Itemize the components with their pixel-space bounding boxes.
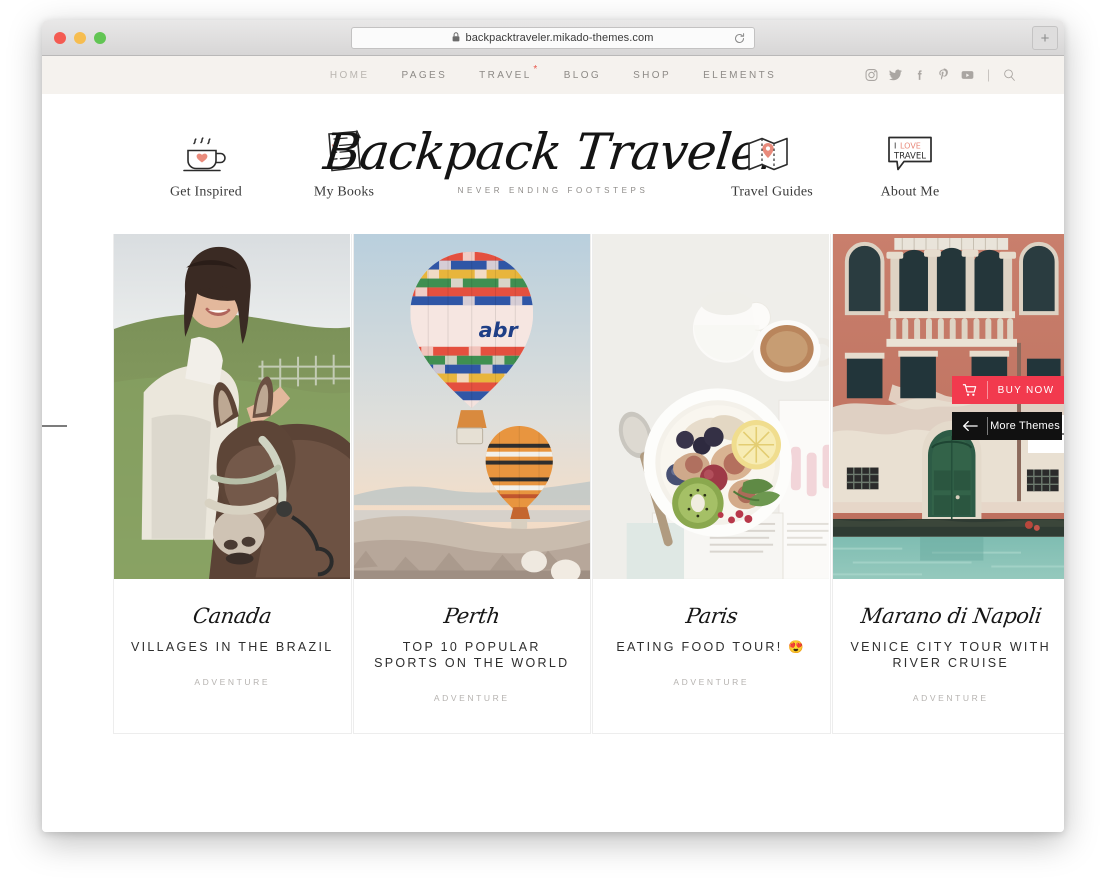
slider-card[interactable]: Canada VILLAGES IN THE BRAZIL ADVENTURE [113,234,352,735]
nav-label: TRAVEL [479,69,532,81]
shortcut-label: Travel Guides [731,184,813,200]
svg-text:LOVE: LOVE [900,142,921,151]
logo-tagline: NEVER ENDING FOOTSTEPS [457,186,649,195]
card-title: EATING FOOD TOUR! 😍 [616,640,807,655]
youtube-icon[interactable] [961,69,974,82]
card-body: Paris EATING FOOD TOUR! 😍 ADVENTURE [593,583,830,723]
slider-card[interactable]: abr Perth TOP 10 POPULAR SPORTS ON THE W… [352,234,591,735]
shortcut-get-inspired[interactable]: Get Inspired [162,128,250,201]
shortcut-travel-guides[interactable]: Travel Guides [728,128,816,201]
card-body: Marano di Napoli VENICE CITY TOUR WITH R… [833,583,1065,733]
coffee-cup-heart-icon [162,128,250,176]
minimize-window-button[interactable] [74,32,86,44]
nav-label: ELEMENTS [703,69,777,81]
card-place: Perth [442,604,502,628]
main-navigation: HOME PAGES TRAVEL * BLOG SHOP ELEMENTS [330,64,776,81]
card-place: Marano di Napoli [858,604,1043,628]
shopping-cart-icon [952,381,988,399]
nav-label: SHOP [633,69,672,81]
card-photo-hot-air-balloons: abr [353,234,591,583]
reload-icon[interactable] [733,32,746,45]
card-title: VILLAGES IN THE BRAZIL [130,640,334,655]
card-place: Canada [191,604,274,628]
slider-prev-button[interactable] [42,415,70,437]
new-tab-button[interactable]: + [1032,26,1058,50]
nav-label: PAGES [401,69,448,81]
featured-posts-slider: Canada VILLAGES IN THE BRAZIL ADVENTURE [42,234,1064,794]
social-divider [988,69,989,81]
card-category[interactable]: ADVENTURE [609,677,814,687]
card-photo-breakfast-bowl [593,234,830,583]
arrow-left-icon [952,417,988,435]
slider-track: Canada VILLAGES IN THE BRAZIL ADVENTURE [113,234,1065,735]
card-title: TOP 10 POPULAR SPORTS ON THE WORLD [374,640,570,671]
card-category[interactable]: ADVENTURE [130,677,335,687]
promo-buttons: BUY NOW More Themes [952,376,1064,440]
more-themes-label: More Themes [990,420,1060,432]
window-traffic-lights [54,32,106,44]
slider-card[interactable]: Paris EATING FOOD TOUR! 😍 ADVENTURE [592,234,831,735]
map-pin-icon [728,128,816,176]
nav-item-home[interactable]: HOME [330,70,370,81]
nav-item-pages[interactable]: PAGES [401,70,447,81]
logo-text: Backpack Traveler [320,123,786,181]
social-links [865,68,1016,82]
shortcut-label: My Books [313,184,375,200]
card-photo-woman-with-donkey [114,234,351,583]
nav-label: BLOG [563,69,602,81]
speech-bubble-icon: I LOVE TRAVEL [866,128,954,176]
search-icon[interactable] [1003,69,1016,82]
site-header: Get Inspired My Books Backpack Traveler … [42,94,1064,234]
close-window-button[interactable] [54,32,66,44]
svg-text:I: I [894,142,896,151]
shortcut-label: About Me [880,184,940,200]
card-title: VENICE CITY TOUR WITH RIVER CRUISE [850,640,1051,671]
new-tab-label: + [1040,29,1050,47]
shortcut-label: Get Inspired [170,184,242,200]
svg-text:TRAVEL: TRAVEL [893,152,926,162]
nav-item-blog[interactable]: BLOG [564,70,601,81]
header-right-shortcuts: Travel Guides I LOVE TRAVEL About Me [728,128,954,201]
shortcut-about-me[interactable]: I LOVE TRAVEL About Me [866,128,954,201]
website-viewport: HOME PAGES TRAVEL * BLOG SHOP ELEMENTS G… [42,56,1064,832]
card-category[interactable]: ADVENTURE [849,693,1054,703]
buy-now-button[interactable]: BUY NOW [952,376,1064,404]
url-text: backpacktraveler.mikado-themes.com [465,31,654,44]
lock-icon [452,31,460,45]
browser-chrome: backpacktraveler.mikado-themes.com + [42,20,1064,56]
zoom-window-button[interactable] [94,32,106,44]
facebook-icon[interactable] [913,69,926,82]
card-category[interactable]: ADVENTURE [370,693,575,703]
nav-label: HOME [329,69,370,81]
card-body: Perth TOP 10 POPULAR SPORTS ON THE WORLD… [354,583,591,733]
site-topbar: HOME PAGES TRAVEL * BLOG SHOP ELEMENTS [42,56,1064,94]
nav-item-elements[interactable]: ELEMENTS [703,70,776,81]
site-logo[interactable]: Backpack Traveler NEVER ENDING FOOTSTEPS [320,123,786,195]
nav-item-travel[interactable]: TRAVEL * [479,64,537,81]
new-badge-star-icon: * [533,63,540,75]
arrow-left-icon [42,425,67,427]
more-themes-button[interactable]: More Themes [952,412,1062,440]
card-body: Canada VILLAGES IN THE BRAZIL ADVENTURE [114,583,351,723]
browser-window: backpacktraveler.mikado-themes.com + HOM… [42,20,1064,832]
slider-card[interactable]: Marano di Napoli VENICE CITY TOUR WITH R… [831,234,1065,735]
address-bar[interactable]: backpacktraveler.mikado-themes.com [351,27,755,49]
url-text-wrapper: backpacktraveler.mikado-themes.com [452,32,653,45]
card-place: Paris [684,604,739,628]
instagram-icon[interactable] [865,69,878,82]
svg-text:abr: abr [478,318,519,342]
buy-now-label: BUY NOW [997,384,1055,396]
nav-item-shop[interactable]: SHOP [633,70,671,81]
twitter-icon[interactable] [889,69,902,82]
pinterest-icon[interactable] [937,68,950,82]
